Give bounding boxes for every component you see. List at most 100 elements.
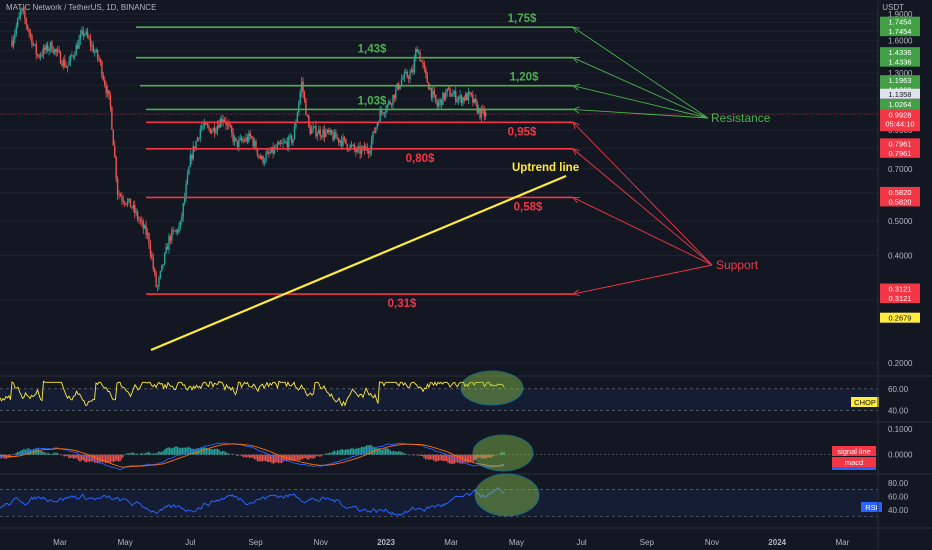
candle-body bbox=[215, 130, 217, 134]
candle-body bbox=[436, 101, 438, 106]
candle-body bbox=[430, 87, 433, 98]
candle-body bbox=[145, 225, 147, 235]
candle-body bbox=[17, 18, 19, 27]
price-tag-label: 0.7961 bbox=[889, 139, 912, 148]
candle-body bbox=[309, 126, 311, 135]
candle-body bbox=[248, 133, 250, 142]
candle-body bbox=[211, 131, 213, 134]
candle-body bbox=[405, 72, 407, 74]
price-tag-label: 0.2679 bbox=[889, 314, 912, 323]
candle-body bbox=[74, 55, 76, 57]
candle-body bbox=[45, 44, 47, 51]
candle-body bbox=[76, 45, 79, 49]
candle-body bbox=[128, 198, 130, 201]
price-tag-label: 0.5820 bbox=[889, 197, 912, 206]
candle-body bbox=[41, 55, 43, 57]
candle-body bbox=[229, 125, 232, 127]
candle-body bbox=[126, 200, 129, 205]
candle-body bbox=[330, 130, 333, 135]
candle-body bbox=[236, 140, 239, 147]
candle-body bbox=[202, 125, 204, 127]
candle-body bbox=[376, 123, 378, 128]
candle-body bbox=[389, 101, 391, 104]
candle-body bbox=[420, 60, 423, 62]
candle-body bbox=[28, 29, 30, 33]
candle-body bbox=[94, 51, 96, 53]
candle-body bbox=[186, 174, 189, 184]
candle-body bbox=[148, 233, 150, 245]
candle-body bbox=[379, 109, 381, 123]
candle-body bbox=[440, 99, 443, 106]
candle-body bbox=[453, 91, 456, 95]
candle-body bbox=[139, 220, 142, 221]
candle-body bbox=[422, 61, 424, 65]
candle-body bbox=[278, 142, 280, 145]
candle-body bbox=[172, 230, 174, 232]
rsi-tick-label: 80.00 bbox=[888, 479, 909, 488]
candle-body bbox=[114, 145, 116, 157]
candle-body bbox=[124, 202, 126, 204]
macd-legend-stripe bbox=[832, 467, 876, 470]
candle-body bbox=[116, 178, 119, 195]
candle-body bbox=[223, 119, 226, 122]
candle-body bbox=[335, 131, 337, 139]
rsi-tick-label: 60.00 bbox=[888, 492, 909, 501]
candle-body bbox=[132, 205, 134, 208]
candle-body bbox=[81, 30, 83, 35]
x-tick-label: Mar bbox=[53, 538, 67, 547]
candle-body bbox=[49, 41, 52, 49]
candle-body bbox=[286, 141, 289, 148]
price-tag-label: 1.1963 bbox=[889, 76, 912, 85]
candle-body bbox=[480, 109, 483, 118]
price-tag-label: 1.0264 bbox=[889, 100, 912, 109]
candle-body bbox=[245, 137, 247, 142]
candle-body bbox=[322, 129, 324, 137]
price-tick-label: 0.7000 bbox=[888, 165, 913, 174]
candle-body bbox=[185, 183, 187, 198]
candle-body bbox=[161, 264, 163, 272]
candle-body bbox=[243, 140, 246, 142]
trading-chart[interactable]: 1.90001.80001.70001.60001.50001.40001.30… bbox=[0, 0, 932, 550]
candle-body bbox=[450, 96, 453, 98]
candle-body bbox=[475, 98, 477, 103]
candle-body bbox=[178, 226, 180, 233]
candle-body bbox=[108, 90, 110, 96]
candle-body bbox=[171, 230, 173, 241]
candle-body bbox=[300, 81, 303, 92]
x-tick-label: Nov bbox=[705, 538, 719, 547]
candle-body bbox=[163, 253, 166, 265]
candle-body bbox=[56, 50, 59, 52]
candle-body bbox=[288, 136, 290, 148]
candle-body bbox=[138, 219, 140, 221]
candle-body bbox=[54, 49, 56, 54]
candle-body bbox=[69, 55, 72, 62]
candle-body bbox=[22, 8, 25, 11]
candle-body bbox=[385, 110, 387, 114]
candle-body bbox=[212, 127, 214, 132]
x-tick-label: May bbox=[509, 538, 524, 547]
candle-body bbox=[115, 156, 117, 179]
candle-body bbox=[35, 44, 37, 55]
candle-body bbox=[333, 131, 336, 141]
candle-body bbox=[372, 131, 374, 140]
annotation-arrow bbox=[572, 197, 713, 266]
candle-body bbox=[62, 59, 65, 66]
candle-body bbox=[242, 140, 244, 142]
x-tick-label: Nov bbox=[314, 538, 328, 547]
arrow-head bbox=[572, 26, 580, 34]
candle-body bbox=[219, 118, 222, 128]
uptrend-line bbox=[150, 174, 567, 352]
candle-body bbox=[290, 135, 293, 143]
candle-body bbox=[362, 145, 364, 149]
candle-body bbox=[328, 129, 330, 133]
candle-body bbox=[162, 264, 164, 266]
candle-body bbox=[303, 92, 306, 100]
candle-body bbox=[423, 64, 426, 69]
candle-body bbox=[417, 51, 420, 53]
candle-body bbox=[339, 140, 341, 143]
candle-body bbox=[465, 93, 467, 101]
candle-body bbox=[262, 156, 264, 164]
candle-body bbox=[39, 55, 42, 57]
candle-body bbox=[462, 97, 464, 104]
candle-body bbox=[313, 126, 316, 128]
